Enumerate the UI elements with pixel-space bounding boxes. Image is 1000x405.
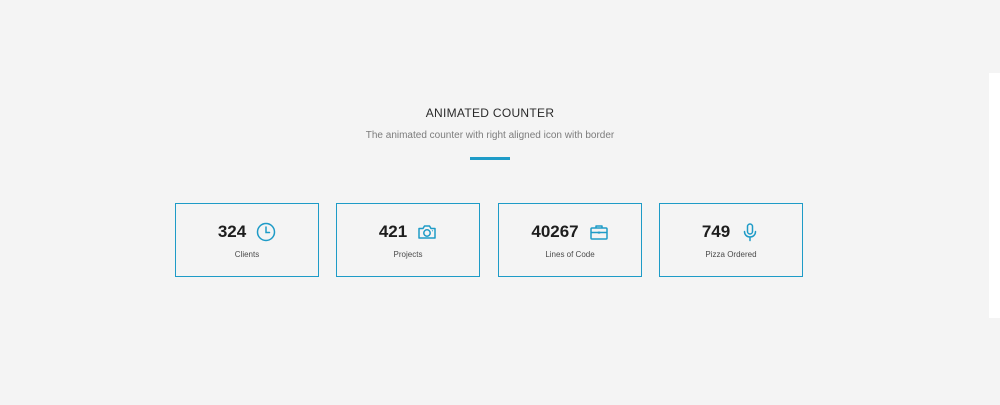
microphone-icon [740, 222, 760, 242]
counter-value: 421 [378, 222, 408, 241]
counter-row: 749 [660, 221, 802, 243]
animated-counter-section: ANIMATED COUNTER The animated counter wi… [0, 0, 1000, 405]
title-divider [470, 157, 510, 160]
counter-row: 324 [176, 221, 318, 243]
briefcase-icon [589, 222, 609, 242]
counter-box-clients: 324 Clients [175, 203, 319, 277]
right-edge-panel [989, 73, 1000, 318]
counter-value: 324 [217, 222, 247, 241]
counter-label: Lines of Code [545, 250, 595, 259]
counter-box-projects: 421 Projects [336, 203, 480, 277]
counter-box-lines-of-code: 40267 Lines of Code [498, 203, 642, 277]
clock-icon [256, 222, 276, 242]
counter-value: 40267 [531, 222, 579, 241]
camera-icon [417, 222, 437, 242]
counter-label: Projects [393, 250, 423, 259]
counter-label: Pizza Ordered [705, 250, 757, 259]
counter-row: 40267 [499, 221, 641, 243]
section-subtitle: The animated counter with right aligned … [365, 130, 615, 141]
counter-value: 749 [701, 222, 731, 241]
counter-row: 421 [337, 221, 479, 243]
counter-label: Clients [234, 250, 260, 259]
counter-box-pizza-ordered: 749 Pizza Ordered [659, 203, 803, 277]
section-title: ANIMATED COUNTER [425, 106, 555, 120]
